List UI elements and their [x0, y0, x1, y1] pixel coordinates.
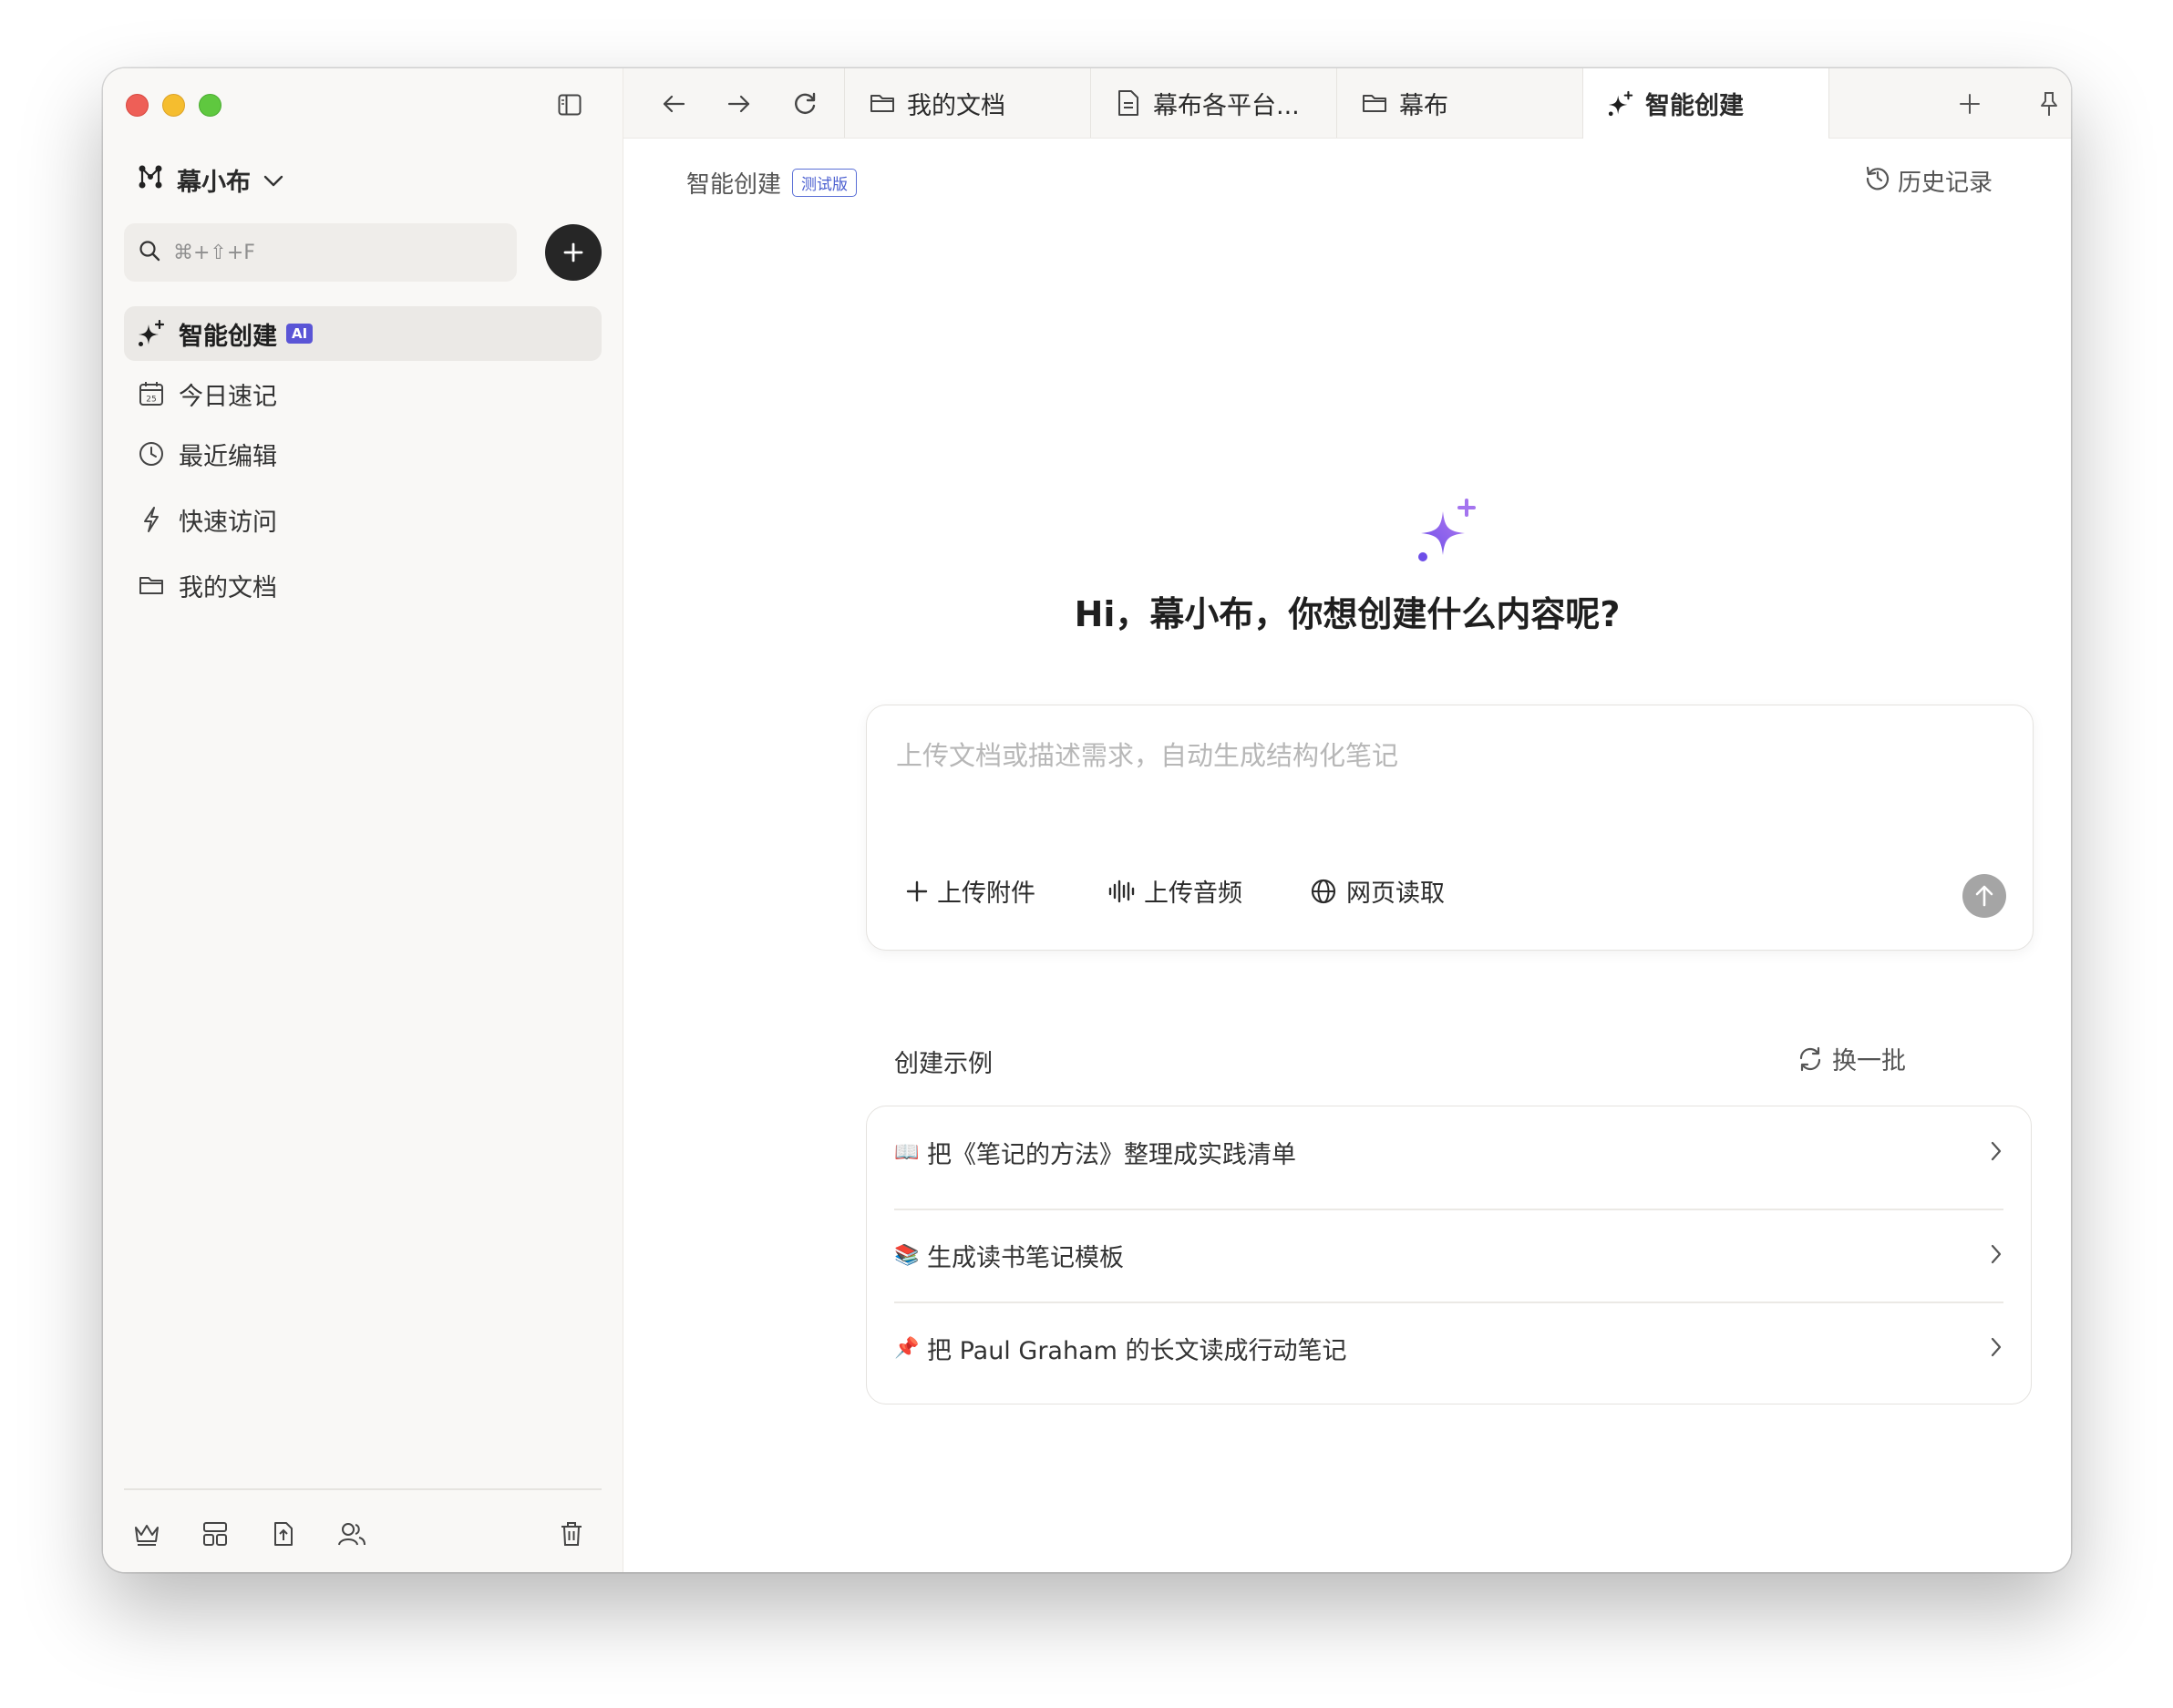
- breadcrumb-title: 智能创建: [686, 171, 782, 199]
- search-box[interactable]: [124, 223, 517, 282]
- example-text: 生成读书笔记模板: [927, 1244, 1124, 1272]
- sidebar-item-label: 今日速记: [179, 382, 277, 411]
- minimize-window-button[interactable]: [162, 94, 185, 117]
- sidebar-item-my-docs[interactable]: 我的文档: [124, 558, 602, 612]
- calendar-icon: 25: [137, 379, 166, 408]
- sparkle-hero-icon: [1418, 499, 1476, 561]
- plus-icon: [563, 242, 583, 262]
- history-label: 历史记录: [1897, 170, 1993, 197]
- beta-badge: 测试版: [792, 169, 858, 197]
- workspace-name: 幕小布: [177, 169, 251, 197]
- trash-icon[interactable]: [555, 1518, 588, 1550]
- main-area: 我的文档 幕布各平台... 幕布 智能创建 智能创建 测试版 历史记录 Hi，幕…: [623, 68, 2071, 1572]
- search-icon: [139, 240, 160, 265]
- audio-wave-icon: [1108, 880, 1135, 902]
- history-button[interactable]: 历史记录: [1865, 164, 1993, 198]
- sidebar-nav: 智能创建 AI 25 今日速记 最近编辑 快速访问 我的文档: [124, 306, 602, 618]
- sidebar-item-label: 最近编辑: [179, 442, 277, 471]
- import-icon[interactable]: [267, 1518, 300, 1550]
- close-window-button[interactable]: [126, 94, 149, 117]
- refresh-examples-button[interactable]: 换一批: [1797, 1041, 1906, 1076]
- globe-icon: [1311, 879, 1336, 903]
- tab-label: 幕布各平台...: [1153, 91, 1300, 120]
- app-window: 幕小布 智能创建 AI 25: [103, 68, 2071, 1572]
- sidebar-footer: [130, 1518, 595, 1554]
- sidebar-item-quick-access[interactable]: 快速访问: [124, 492, 602, 547]
- forward-icon[interactable]: [724, 88, 755, 119]
- upload-audio-button[interactable]: 上传音频: [1107, 873, 1242, 909]
- chevron-right-icon: [1991, 1244, 2002, 1264]
- upload-attachment-label: 上传附件: [937, 880, 1035, 908]
- back-icon[interactable]: [658, 88, 689, 119]
- history-icon: [1865, 165, 1890, 197]
- tab-label: 幕布: [1399, 91, 1448, 120]
- examples-title: 创建示例: [894, 1050, 993, 1078]
- example-text: 把 Paul Graham 的长文读成行动笔记: [927, 1337, 1347, 1365]
- calendar-day: 25: [146, 396, 156, 405]
- arrow-up-icon: [1975, 885, 1993, 907]
- tab-smart-create[interactable]: 智能创建: [1582, 68, 1828, 139]
- chevron-down-icon: [263, 166, 283, 194]
- bolt-icon: [137, 505, 166, 534]
- web-read-label: 网页读取: [1346, 880, 1445, 908]
- tab-label: 智能创建: [1645, 92, 1744, 120]
- prompt-input[interactable]: [894, 733, 1992, 800]
- example-item[interactable]: 📌 把 Paul Graham 的长文读成行动笔记: [894, 1302, 2003, 1394]
- refresh-icon: [1799, 1046, 1821, 1071]
- document-icon: [1115, 89, 1142, 117]
- sidebar-divider: [124, 1488, 602, 1490]
- chevron-right-icon: [1991, 1141, 2002, 1161]
- sidebar: 幕小布 智能创建 AI 25: [103, 68, 623, 1572]
- chevron-right-icon: [1991, 1337, 2002, 1357]
- folder-icon: [137, 571, 166, 600]
- templates-icon[interactable]: [199, 1518, 232, 1550]
- example-emoji: 📚: [894, 1244, 920, 1267]
- search-input[interactable]: [171, 240, 467, 265]
- sidebar-item-label: 快速访问: [179, 508, 277, 537]
- example-item[interactable]: 📖 把《笔记的方法》整理成实践清单: [894, 1106, 2003, 1199]
- sidebar-item-recent[interactable]: 最近编辑: [124, 427, 602, 481]
- workspace-switcher[interactable]: 幕小布: [137, 162, 283, 198]
- sidebar-item-today-notes[interactable]: 25 今日速记: [124, 366, 602, 421]
- crown-icon[interactable]: [130, 1518, 163, 1550]
- example-emoji: 📖: [894, 1141, 920, 1164]
- composer-card: 上传附件 上传音频 网页读取: [866, 705, 2034, 951]
- workspace-logo-icon: [137, 164, 164, 196]
- web-read-button[interactable]: 网页读取: [1310, 873, 1445, 909]
- sidebar-item-label: 我的文档: [179, 573, 277, 602]
- sidebar-item-label: 智能创建: [179, 322, 277, 351]
- sparkle-icon: [137, 319, 166, 348]
- sparkle-icon: [1607, 90, 1634, 118]
- new-document-button[interactable]: [545, 224, 602, 281]
- folder-icon: [1361, 89, 1388, 117]
- tab-my-docs[interactable]: 我的文档: [844, 68, 1090, 138]
- upload-attachment-button[interactable]: 上传附件: [906, 873, 1035, 909]
- sidebar-item-smart-create[interactable]: 智能创建 AI: [124, 306, 602, 361]
- plus-icon: [906, 880, 928, 901]
- refresh-icon[interactable]: [789, 88, 820, 119]
- tab-mubu[interactable]: 幕布: [1336, 68, 1582, 138]
- folder-icon: [869, 89, 896, 117]
- upload-audio-label: 上传音频: [1144, 880, 1242, 908]
- pin-icon[interactable]: [2034, 88, 2065, 119]
- sidebar-toggle-icon[interactable]: [556, 91, 583, 118]
- maximize-window-button[interactable]: [199, 94, 221, 117]
- refresh-label: 换一批: [1832, 1047, 1906, 1075]
- example-item[interactable]: 📚 生成读书笔记模板: [894, 1209, 2003, 1302]
- members-icon[interactable]: [335, 1518, 368, 1550]
- ai-badge: AI: [286, 324, 314, 344]
- send-button[interactable]: [1962, 874, 2006, 918]
- window-controls: [126, 94, 221, 117]
- tab-separator: [1828, 68, 1829, 138]
- breadcrumb: 智能创建 测试版: [686, 166, 858, 200]
- clock-icon: [137, 439, 166, 468]
- tab-label: 我的文档: [907, 91, 1005, 120]
- new-tab-plus-icon[interactable]: [1954, 88, 1985, 119]
- example-emoji: 📌: [894, 1337, 920, 1360]
- greeting-heading: Hi，幕小布，你想创建什么内容呢?: [1074, 594, 1621, 634]
- tab-doc-platforms[interactable]: 幕布各平台...: [1090, 68, 1336, 138]
- tab-bar: 我的文档 幕布各平台... 幕布 智能创建: [623, 68, 2071, 139]
- example-text: 把《笔记的方法》整理成实践清单: [927, 1141, 1296, 1169]
- examples-list: 📖 把《笔记的方法》整理成实践清单 📚 生成读书笔记模板 📌 把 Paul Gr…: [866, 1106, 2032, 1404]
